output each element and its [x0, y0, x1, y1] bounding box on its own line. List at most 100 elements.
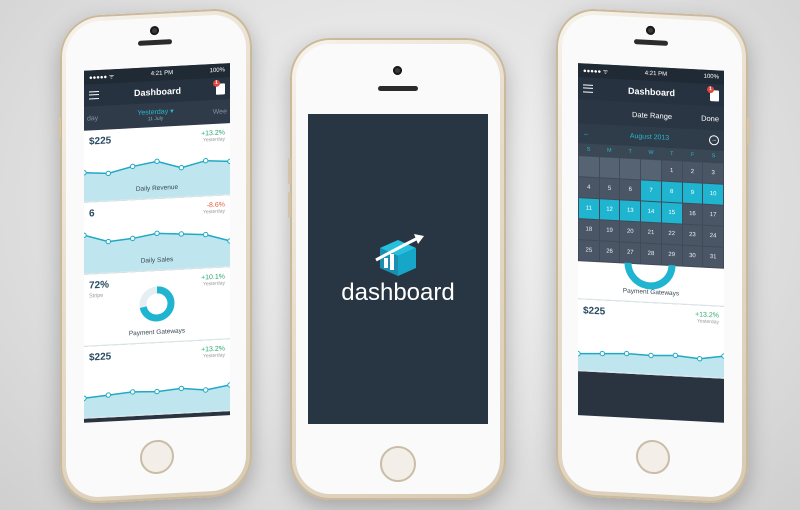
metric-card[interactable]: 72% Stripe +10.1% Yesterday Payment Gateways [84, 267, 230, 347]
done-button[interactable]: Done [701, 113, 719, 123]
revenue-card[interactable]: $225 +13.2% Yesterday [578, 299, 724, 379]
calendar-day[interactable]: 29 [661, 244, 682, 266]
weekday-label: T [628, 148, 632, 155]
calendar-day[interactable]: 10 [703, 183, 723, 205]
calendar-day[interactable]: 31 [703, 246, 723, 268]
document-icon[interactable]: 1 [706, 85, 719, 102]
sparkline-point [129, 163, 136, 170]
calendar-day[interactable]: 5 [599, 178, 620, 200]
calendar-day [641, 159, 661, 181]
calendar-grid: 1 2 3 4 5 6 7 8 9 10 11 12 13 14 15 16 17 18 19 20 21 22 23 24 2… [578, 155, 724, 269]
document-icon[interactable]: 1 [212, 79, 225, 95]
change-period: Yesterday [696, 318, 719, 326]
camera [646, 25, 655, 36]
splash-screen: dashboard [308, 114, 488, 424]
calendar-day[interactable]: 16 [682, 203, 703, 225]
calendar-day[interactable]: 3 [703, 162, 723, 184]
sparkline-point [178, 231, 185, 237]
prev-month-icon[interactable]: ← [583, 130, 590, 137]
calendar-day[interactable]: 26 [599, 241, 620, 263]
status-time: 4:21 PM [150, 70, 174, 78]
menu-icon[interactable] [89, 90, 99, 100]
card-value: $225 [89, 351, 112, 364]
calendar-day[interactable]: 17 [703, 204, 723, 226]
weekday-label: S [586, 146, 591, 153]
day-next[interactable]: Wee [213, 108, 227, 116]
donut-chart [624, 262, 676, 290]
calendar-day[interactable]: 27 [620, 242, 641, 264]
card-change: +13.2% Yesterday [201, 345, 225, 359]
calendar-day[interactable]: 13 [620, 200, 641, 222]
day-current[interactable]: Yesterday ▾ 11 July [137, 107, 173, 123]
day-prev[interactable]: day [87, 115, 98, 123]
calendar-day[interactable]: 28 [641, 243, 661, 265]
calendar-day[interactable]: 7 [641, 180, 661, 202]
calendar-day[interactable]: 25 [579, 240, 599, 262]
phone-center: dashboard [288, 38, 506, 500]
volume-button [58, 116, 61, 140]
calendar-day[interactable]: 2 [682, 161, 703, 183]
weekday-label: F [691, 152, 695, 159]
card-value: 6 [89, 208, 95, 220]
month-label: August 2013 [629, 132, 670, 142]
calendar-day[interactable]: 1 [661, 160, 682, 182]
speaker [378, 86, 418, 91]
calendar-day[interactable]: 8 [661, 181, 682, 203]
calendar-day[interactable]: 19 [599, 220, 620, 242]
calendar-day[interactable]: 18 [579, 219, 599, 241]
next-month-icon[interactable]: → [709, 134, 719, 146]
sparkline-area [84, 160, 230, 202]
sparkline-point [129, 235, 136, 242]
status-time: 4:21 PM [644, 70, 668, 78]
card-change: -8.6% Yesterday [203, 201, 225, 215]
notification-badge: 1 [212, 79, 220, 87]
metric-card[interactable]: $225 +13.2% Yesterday Daily Revenue [84, 123, 230, 203]
notification-badge: 1 [706, 85, 714, 93]
sparkline-point [105, 392, 112, 398]
power-button [747, 116, 750, 146]
calendar-day[interactable]: 21 [641, 222, 661, 244]
phone-right: ●●●●● ᯤ 4:21 PM 100% Dashboard 1 Date Ra… [556, 6, 750, 506]
calendar-day[interactable]: 24 [703, 225, 723, 247]
sparkline-point [578, 350, 581, 357]
calendar-day[interactable]: 9 [682, 182, 703, 204]
sparkline-point [227, 382, 230, 388]
calendar-day[interactable]: 6 [620, 179, 641, 201]
calendar-day[interactable]: 22 [661, 223, 682, 245]
sparkline-point [672, 352, 679, 359]
camera [393, 66, 402, 75]
calendar-day[interactable]: 20 [620, 221, 641, 243]
calendar-day[interactable]: 11 [579, 198, 599, 220]
sparkline-point [154, 158, 160, 165]
sparkline-point [84, 395, 87, 401]
weekday-label: S [711, 153, 716, 160]
date-range-screen: ●●●●● ᯤ 4:21 PM 100% Dashboard 1 Date Ra… [578, 63, 724, 423]
calendar-day [599, 157, 620, 179]
calendar-day[interactable]: 23 [682, 224, 703, 246]
calendar-day[interactable]: 14 [641, 201, 661, 223]
sparkline-point [154, 388, 160, 395]
calendar-day[interactable]: 4 [579, 177, 599, 199]
weekday-label: W [648, 149, 654, 157]
battery-level: 100% [703, 73, 719, 81]
battery-level: 100% [209, 67, 225, 75]
sparkline-point [227, 238, 230, 244]
signal-icon: ●●●●● ᯤ [583, 68, 609, 76]
sparkline-point [105, 170, 112, 177]
home-button[interactable] [380, 446, 416, 482]
sparkline-point [178, 164, 185, 171]
nav-title: Dashboard [627, 85, 675, 99]
calendar-day[interactable]: 15 [661, 202, 682, 224]
calendar-day[interactable]: 30 [682, 245, 703, 267]
metric-card[interactable]: $225 +13.2% Yesterday [84, 339, 230, 419]
sparkline-point [154, 230, 160, 237]
card-list: $225 +13.2% Yesterday Daily Revenue 6 -8.6% Ye… [84, 123, 230, 419]
metric-card[interactable]: 6 -8.6% Yesterday Daily Sales [84, 195, 230, 275]
volume-button [288, 158, 291, 184]
menu-icon[interactable] [583, 84, 593, 93]
sparkline-point [623, 350, 630, 357]
signal-icon: ●●●●● ᯤ [89, 74, 115, 82]
sparkline-point [178, 385, 185, 392]
calendar-day[interactable]: 12 [599, 199, 620, 221]
